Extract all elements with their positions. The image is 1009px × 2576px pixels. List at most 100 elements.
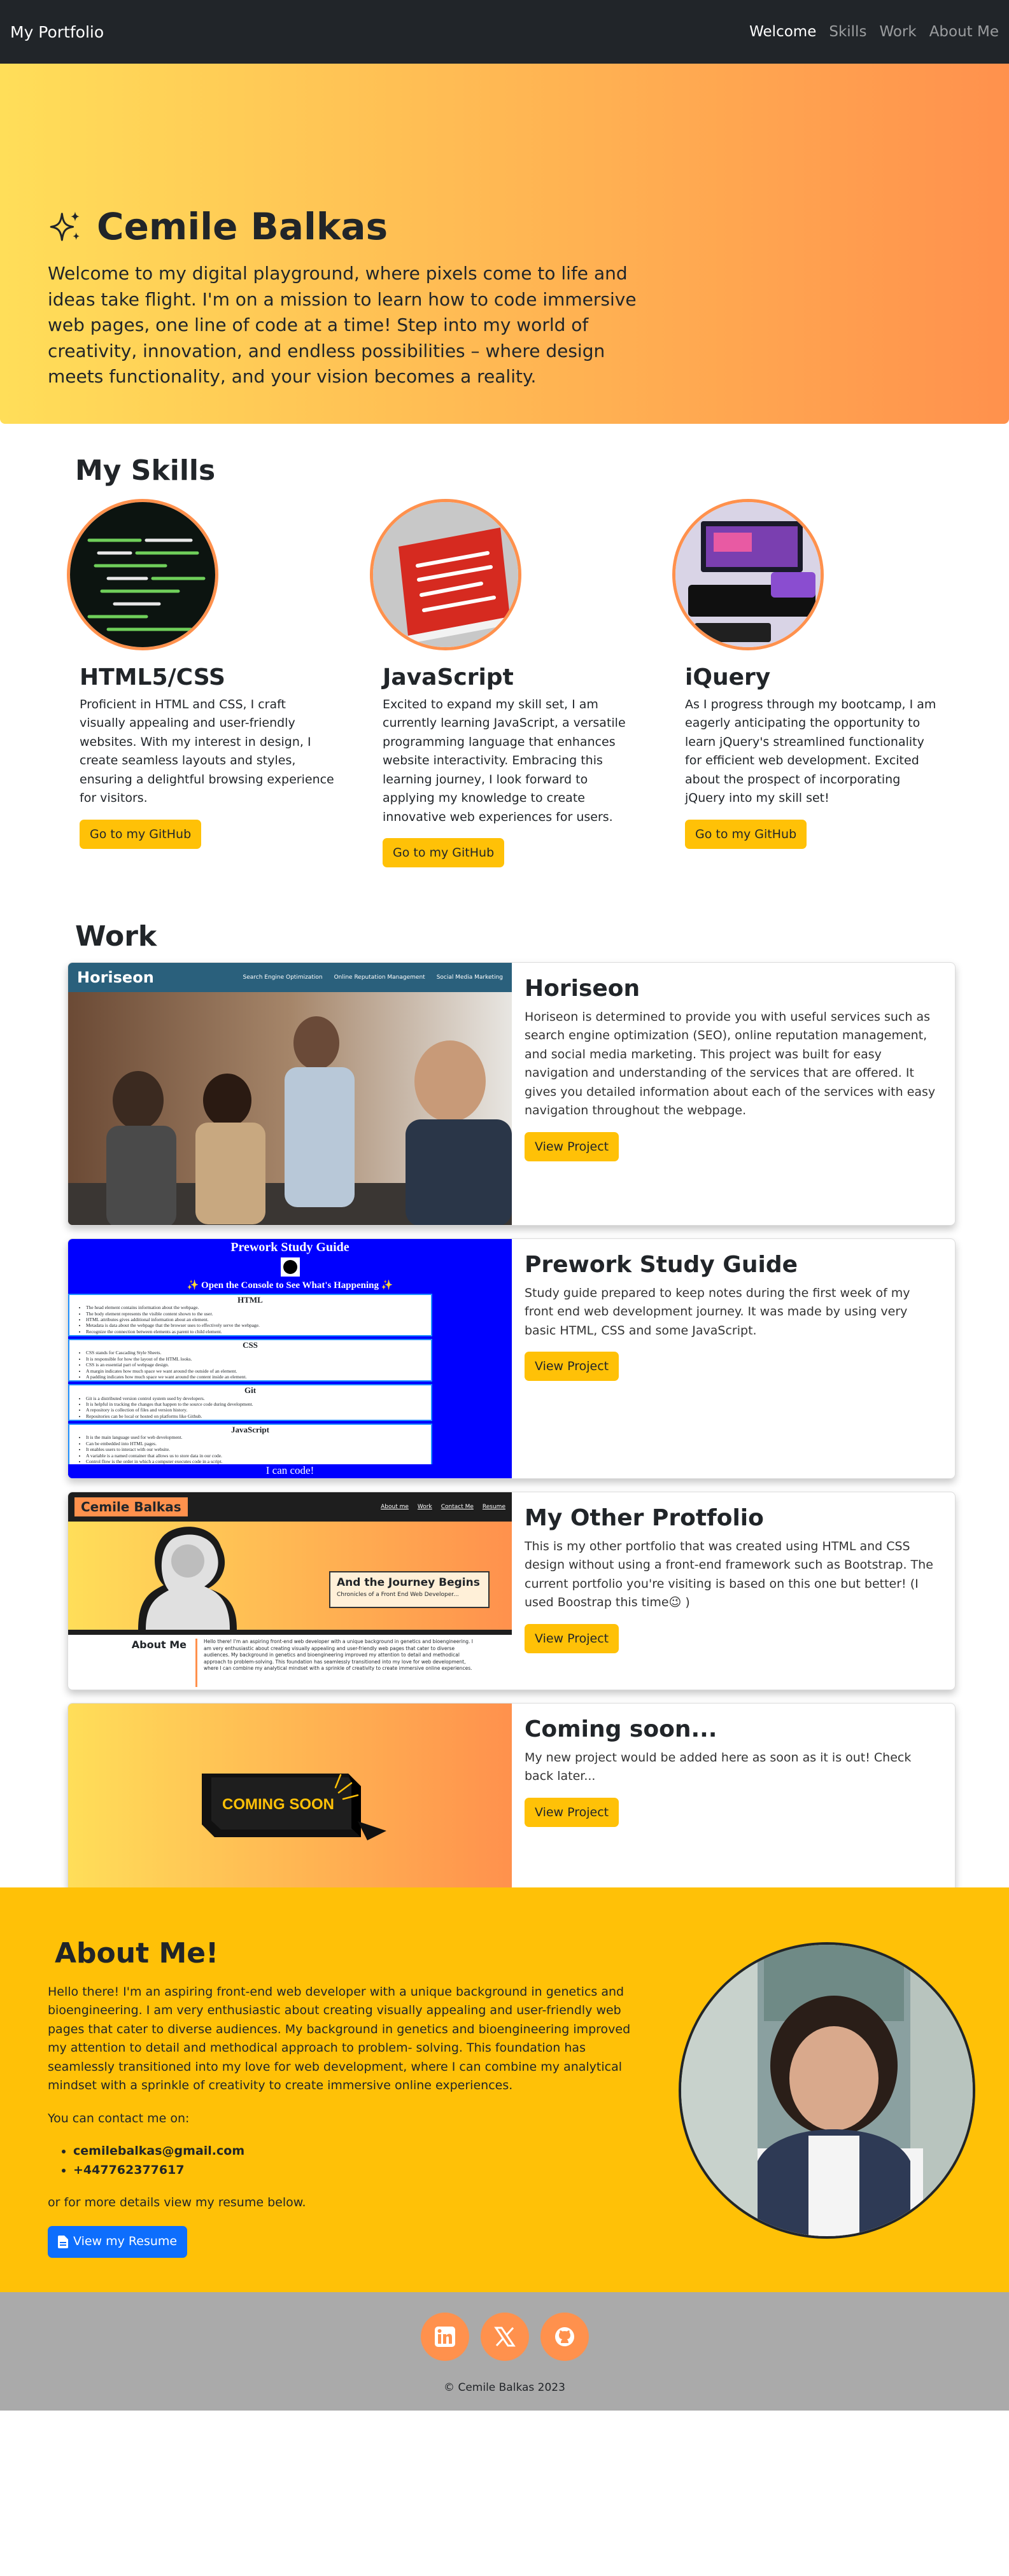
preview-header: Cemile Balkas About me Work Contact Me R… — [68, 1492, 512, 1522]
skill-card-javascript: JavaScript Excited to expand my skill se… — [370, 499, 637, 868]
view-resume-label: View my Resume — [73, 2234, 178, 2249]
contact-list: cemilebalkas@gmail.com +447762377617 — [48, 2142, 653, 2180]
preview-section: JavaScriptIt is the main language used f… — [68, 1424, 432, 1467]
skill-card-html: HTML5/CSS Proficient in HTML and CSS, I … — [67, 499, 334, 849]
preview-section-line: It is helpful in tracking the changes th… — [86, 1401, 423, 1407]
preview-section-line: Recognize the connection between element… — [86, 1329, 423, 1334]
preview-section-title: HTML — [237, 1295, 263, 1305]
file-icon — [58, 2236, 68, 2249]
preview-nav-item: Work — [417, 1504, 432, 1510]
preview-section: GitGit is a distributed version control … — [68, 1384, 432, 1422]
preview-about-text: Hello there! I'm an aspiring front-end w… — [195, 1639, 476, 1687]
js-book-illustration — [373, 502, 518, 647]
project-preview-portfolio[interactable]: Cemile Balkas About me Work Contact Me R… — [68, 1492, 512, 1690]
preview-section-title: CSS — [243, 1340, 258, 1350]
nav-link-skills[interactable]: Skills — [829, 24, 866, 40]
preview-section-line: A variable is a named container that all… — [86, 1453, 423, 1459]
skill-image-desk — [672, 499, 824, 650]
nav-links: Welcome Skills Work About Me — [749, 24, 999, 40]
view-project-button[interactable]: View Project — [525, 1352, 619, 1382]
project-description: Study guide prepared to keep notes durin… — [525, 1286, 910, 1338]
preview-section-line: It enables users to interact with our we… — [86, 1446, 423, 1452]
linkedin-icon[interactable] — [420, 2313, 469, 2361]
preview-heading: Prework Study Guide — [230, 1240, 349, 1254]
coming-soon-sign-text: COMING SOON — [222, 1796, 334, 1813]
preview-section-line: The body element represents the visible … — [86, 1311, 423, 1317]
project-body: My Other Protfolio This is my other port… — [512, 1492, 955, 1690]
x-icon[interactable] — [480, 2313, 529, 2361]
skill-title: JavaScript — [383, 664, 514, 690]
preview-brand: Cemile Balkas — [74, 1497, 188, 1516]
project-preview-prework[interactable]: Prework Study Guide ✨ Open the Console t… — [68, 1239, 512, 1478]
project-card-other-portfolio: Cemile Balkas About me Work Contact Me R… — [67, 1492, 956, 1690]
github-button[interactable]: Go to my GitHub — [383, 838, 505, 868]
preview-banner-title: And the Journey Begins — [337, 1576, 480, 1589]
project-body: Horiseon Horiseon is determined to provi… — [512, 963, 955, 1225]
view-project-button[interactable]: View Project — [525, 1797, 619, 1827]
preview-section: CSSCSS stands for Cascading Style Sheets… — [68, 1339, 432, 1382]
project-body: Prework Study Guide Study guide prepared… — [512, 1239, 955, 1478]
hero-content: Cemile Balkas Welcome to my digital play… — [48, 205, 659, 390]
project-title: My Other Protfolio — [525, 1505, 764, 1531]
preview-section-line: Metadata is data about the webpage that … — [86, 1322, 423, 1328]
github-icon[interactable] — [540, 2313, 589, 2361]
skill-card-jquery: iQuery As I progress through my bootcamp… — [672, 499, 940, 849]
sparkles-icon — [50, 211, 80, 241]
project-preview-horiseon[interactable]: Horiseon Search Engine Optimization Onli… — [68, 963, 512, 1225]
preview-banner: And the Journey Begins Chronicles of a F… — [68, 1522, 512, 1630]
project-card-prework: Prework Study Guide ✨ Open the Console t… — [67, 1238, 956, 1479]
github-button[interactable]: Go to my GitHub — [685, 819, 807, 849]
skills-section: My Skills HTML5/CSS Proficient in HTML a… — [0, 424, 1009, 895]
navbar-brand[interactable]: My Portfolio — [10, 23, 104, 41]
project-title: Prework Study Guide — [525, 1252, 798, 1278]
view-project-button[interactable]: View Project — [525, 1131, 619, 1161]
contact-phone: +447762377617 — [73, 2161, 653, 2180]
preview-brand: Horiseon — [77, 969, 154, 986]
preview-nav-item: Online Reputation Management — [334, 974, 425, 981]
nav-link-welcome[interactable]: Welcome — [749, 24, 816, 40]
view-resume-button[interactable]: View my Resume — [48, 2226, 188, 2258]
skills-title: My Skills — [75, 454, 216, 487]
preview-banner-box: And the Journey Begins Chronicles of a F… — [329, 1571, 490, 1608]
team-meeting-photo — [68, 992, 512, 1225]
preview-section-line: HTML attributes gives additional informa… — [86, 1317, 423, 1322]
preview-section-line: The head element contains information ab… — [86, 1305, 423, 1310]
nav-link-about[interactable]: About Me — [929, 24, 999, 40]
view-project-button[interactable]: View Project — [525, 1623, 619, 1653]
preview-section-line: A repository is collection of files and … — [86, 1407, 423, 1413]
skill-image-code — [67, 499, 218, 650]
work-section: Work Horiseon Search Engine Optimization… — [0, 895, 1009, 1924]
skill-description: Excited to expand my skill set, I am cur… — [383, 697, 626, 824]
hero-banner: Cemile Balkas Welcome to my digital play… — [0, 64, 1009, 424]
hero-name: Cemile Balkas — [97, 205, 388, 248]
preview-about: About Me Hello there! I'm an aspiring fr… — [68, 1635, 512, 1687]
about-content: Hello there! I'm an aspiring front-end w… — [48, 1983, 653, 2258]
github-button[interactable]: Go to my GitHub — [80, 819, 202, 849]
project-description: This is my other portfolio that was crea… — [525, 1539, 933, 1610]
about-title: About Me! — [55, 1937, 219, 1970]
preview-section-line: Git is a distributed version control sys… — [86, 1396, 423, 1401]
profile-cutout-illustration — [138, 1527, 237, 1630]
nav-link-work[interactable]: Work — [879, 24, 916, 40]
skill-description: As I progress through my bootcamp, I am … — [685, 697, 936, 806]
preview-section-line: A margin indicates how much space we wan… — [86, 1368, 423, 1374]
preview-nav-item: Search Engine Optimization — [243, 974, 323, 981]
project-title: Coming soon... — [525, 1716, 717, 1742]
github-octocat-icon — [280, 1257, 300, 1277]
preview-section-line: Repositories can be local or hosted on p… — [86, 1413, 423, 1419]
preview-section: HTMLThe head element contains informatio… — [68, 1294, 432, 1337]
skill-description: Proficient in HTML and CSS, I craft visu… — [80, 697, 334, 806]
preview-footer: I can code! — [68, 1464, 512, 1478]
preview-section-line: It is responsible for how the layout of … — [86, 1356, 423, 1362]
about-description: Hello there! I'm an aspiring front-end w… — [48, 1985, 631, 2093]
skill-image-book — [370, 499, 521, 650]
hero-heading: Cemile Balkas — [48, 205, 659, 248]
project-title: Horiseon — [525, 976, 640, 1002]
preview-banner-subtitle: Chronicles of a Front End Web Developer.… — [337, 1592, 459, 1598]
preview-nav-item: About me — [381, 1504, 409, 1510]
project-description: Horiseon is determined to provide you wi… — [525, 1010, 936, 1118]
skill-title: iQuery — [685, 664, 771, 690]
preview-section-line: CSS stands for Cascading Style Sheets. — [86, 1350, 423, 1355]
preview-nav: Search Engine Optimization Online Reputa… — [243, 974, 504, 981]
preview-nav: About me Work Contact Me Resume — [381, 1504, 505, 1510]
